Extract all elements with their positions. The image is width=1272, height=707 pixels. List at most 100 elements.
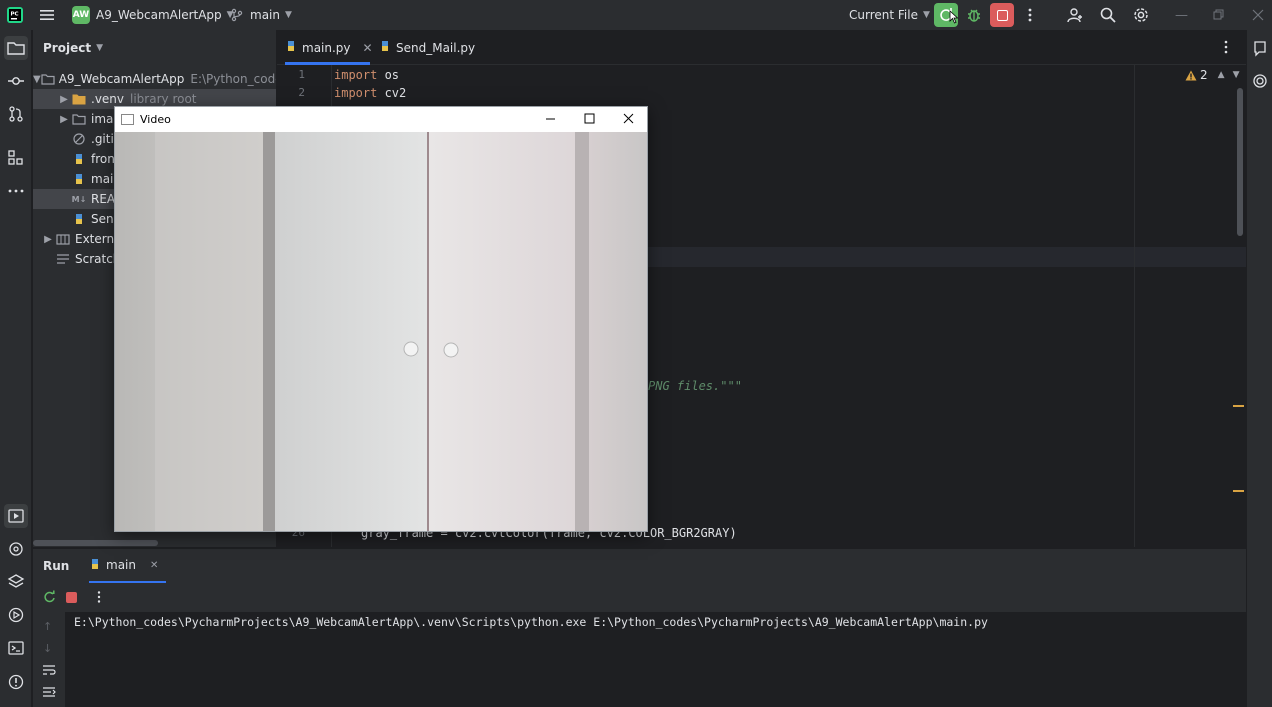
chevron-right-icon: ▶: [44, 233, 52, 245]
minimize-icon[interactable]: [545, 113, 556, 127]
tree-label: .venv: [91, 92, 125, 106]
editor-vertical-scrollbar[interactable]: [1237, 88, 1243, 236]
right-margin-guide: [1134, 65, 1135, 547]
code-with-me-icon[interactable]: [1066, 0, 1084, 30]
soft-wrap-icon[interactable]: [42, 664, 56, 679]
git-branch-icon: [231, 8, 243, 22]
pull-requests-icon[interactable]: [4, 102, 28, 126]
debug-button[interactable]: [965, 0, 983, 30]
project-horizontal-scrollbar[interactable]: [33, 540, 158, 546]
close-tab-icon[interactable]: ✕: [363, 41, 373, 55]
ai-assistant-icon[interactable]: [1251, 72, 1269, 93]
webcam-frame: [115, 132, 647, 531]
commit-icon[interactable]: [4, 69, 28, 93]
title-bar: PC AW A9_WebcamAlertApp ▼ main ▼ Current…: [0, 0, 1272, 30]
tab-label: Send_Mail.py: [396, 40, 476, 55]
project-badge: AW: [72, 6, 90, 24]
project-switcher[interactable]: AW A9_WebcamAlertApp ▼: [72, 0, 234, 30]
chevron-down-icon: ▼: [284, 10, 292, 20]
notifications-icon[interactable]: [1251, 39, 1269, 60]
folder-icon: [71, 112, 87, 126]
python-file-icon: [71, 172, 87, 186]
main-menu-icon[interactable]: [38, 0, 56, 30]
run-config-label: Current File: [849, 8, 918, 22]
right-tool-strip: [1246, 30, 1272, 707]
python-file-icon: [285, 40, 297, 55]
problems-icon[interactable]: [4, 670, 28, 694]
python-file-icon: [89, 558, 101, 573]
video-window[interactable]: Video: [114, 106, 648, 532]
run-command-line: E:\Python_codes\PycharmProjects\A9_Webca…: [74, 615, 988, 629]
folder-icon: [41, 72, 55, 86]
close-icon[interactable]: [623, 113, 634, 127]
chevron-right-icon: ▶: [60, 113, 68, 125]
minimize-window-icon[interactable]: —: [1175, 0, 1188, 30]
pycharm-logo-icon: PC: [6, 0, 24, 30]
more-tools-icon[interactable]: [4, 179, 28, 203]
markdown-file-icon: M↓: [71, 194, 87, 204]
close-window-icon[interactable]: [1252, 0, 1264, 30]
more-actions-icon[interactable]: [1026, 0, 1034, 30]
restore-window-icon[interactable]: [1213, 0, 1225, 30]
close-tab-icon[interactable]: ✕: [150, 560, 158, 571]
tree-label: fron: [91, 152, 115, 166]
tree-hint: library root: [130, 92, 197, 106]
search-icon[interactable]: [1099, 0, 1117, 30]
stop-icon[interactable]: [66, 592, 77, 603]
previous-highlight-icon[interactable]: ▲: [1218, 70, 1225, 80]
scroll-up-icon[interactable]: ↑: [43, 620, 52, 633]
stop-button[interactable]: [990, 0, 1014, 30]
rerun-icon[interactable]: [42, 590, 56, 607]
run-tool-icon[interactable]: [4, 504, 28, 528]
ignore-file-icon: [71, 132, 87, 146]
bug-icon: [968, 9, 980, 22]
folder-icon: [71, 92, 87, 106]
warnings-count: 2: [1200, 68, 1208, 82]
run-tool-window: Run main ✕ ↑ ↓ E:\Python_codes\PycharmPr…: [33, 548, 1246, 707]
tree-label: REA: [91, 192, 116, 206]
tab-main-py[interactable]: main.py ✕: [285, 30, 373, 65]
scratches-icon: [55, 252, 71, 266]
structure-icon[interactable]: [4, 146, 28, 170]
layers-icon[interactable]: [4, 570, 28, 594]
project-panel-header[interactable]: Project ▼: [33, 30, 276, 66]
run-config-selector[interactable]: Current File ▼: [849, 0, 930, 30]
tab-send-mail-py[interactable]: Send_Mail.py: [379, 30, 475, 65]
more-options-icon[interactable]: [96, 590, 102, 607]
settings-gear-icon[interactable]: [1132, 0, 1150, 30]
scroll-to-end-icon[interactable]: [42, 686, 56, 701]
code-line[interactable]: import cv2: [334, 86, 406, 100]
keyword: import: [334, 68, 378, 82]
window-app-icon: [121, 114, 134, 125]
branch-switcher[interactable]: main ▼: [230, 0, 292, 30]
python-file-icon: [379, 40, 391, 55]
code-line[interactable]: import os: [334, 68, 399, 82]
inspection-widget[interactable]: 2 ▲ ▼: [1185, 68, 1239, 82]
docstring-fragment[interactable]: PNG files.""": [648, 379, 742, 393]
tab-options-icon[interactable]: [1223, 39, 1229, 58]
tab-label: main.py: [302, 40, 351, 55]
next-highlight-icon[interactable]: ▼: [1233, 70, 1240, 80]
services-icon[interactable]: [4, 603, 28, 627]
warning-stripe-mark[interactable]: [1233, 490, 1244, 492]
stop-icon: [996, 9, 1008, 21]
project-name: A9_WebcamAlertApp: [96, 8, 222, 22]
scroll-down-icon[interactable]: ↓: [43, 642, 52, 655]
video-window-titlebar[interactable]: Video: [115, 107, 647, 132]
run-console-output[interactable]: E:\Python_codes\PycharmProjects\A9_Webca…: [65, 612, 1246, 707]
keyword: import: [334, 86, 378, 100]
terminal-icon[interactable]: [4, 636, 28, 660]
library-icon: [55, 232, 71, 246]
tree-item-root[interactable]: ▼ A9_WebcamAlertApp E:\Python_code: [33, 69, 276, 89]
video-window-title: Video: [140, 113, 171, 126]
warning-stripe-mark[interactable]: [1233, 405, 1244, 407]
python-file-icon: [71, 152, 87, 166]
python-packages-icon[interactable]: [4, 537, 28, 561]
project-folder-icon[interactable]: [4, 36, 28, 60]
run-tab-main[interactable]: main ✕: [89, 549, 167, 583]
warning-icon: [1185, 70, 1197, 80]
maximize-icon[interactable]: [584, 113, 595, 127]
line-number: 2: [298, 86, 305, 99]
code-text: cv2: [377, 86, 407, 100]
run-side-toolbar: ↑ ↓: [33, 612, 65, 707]
